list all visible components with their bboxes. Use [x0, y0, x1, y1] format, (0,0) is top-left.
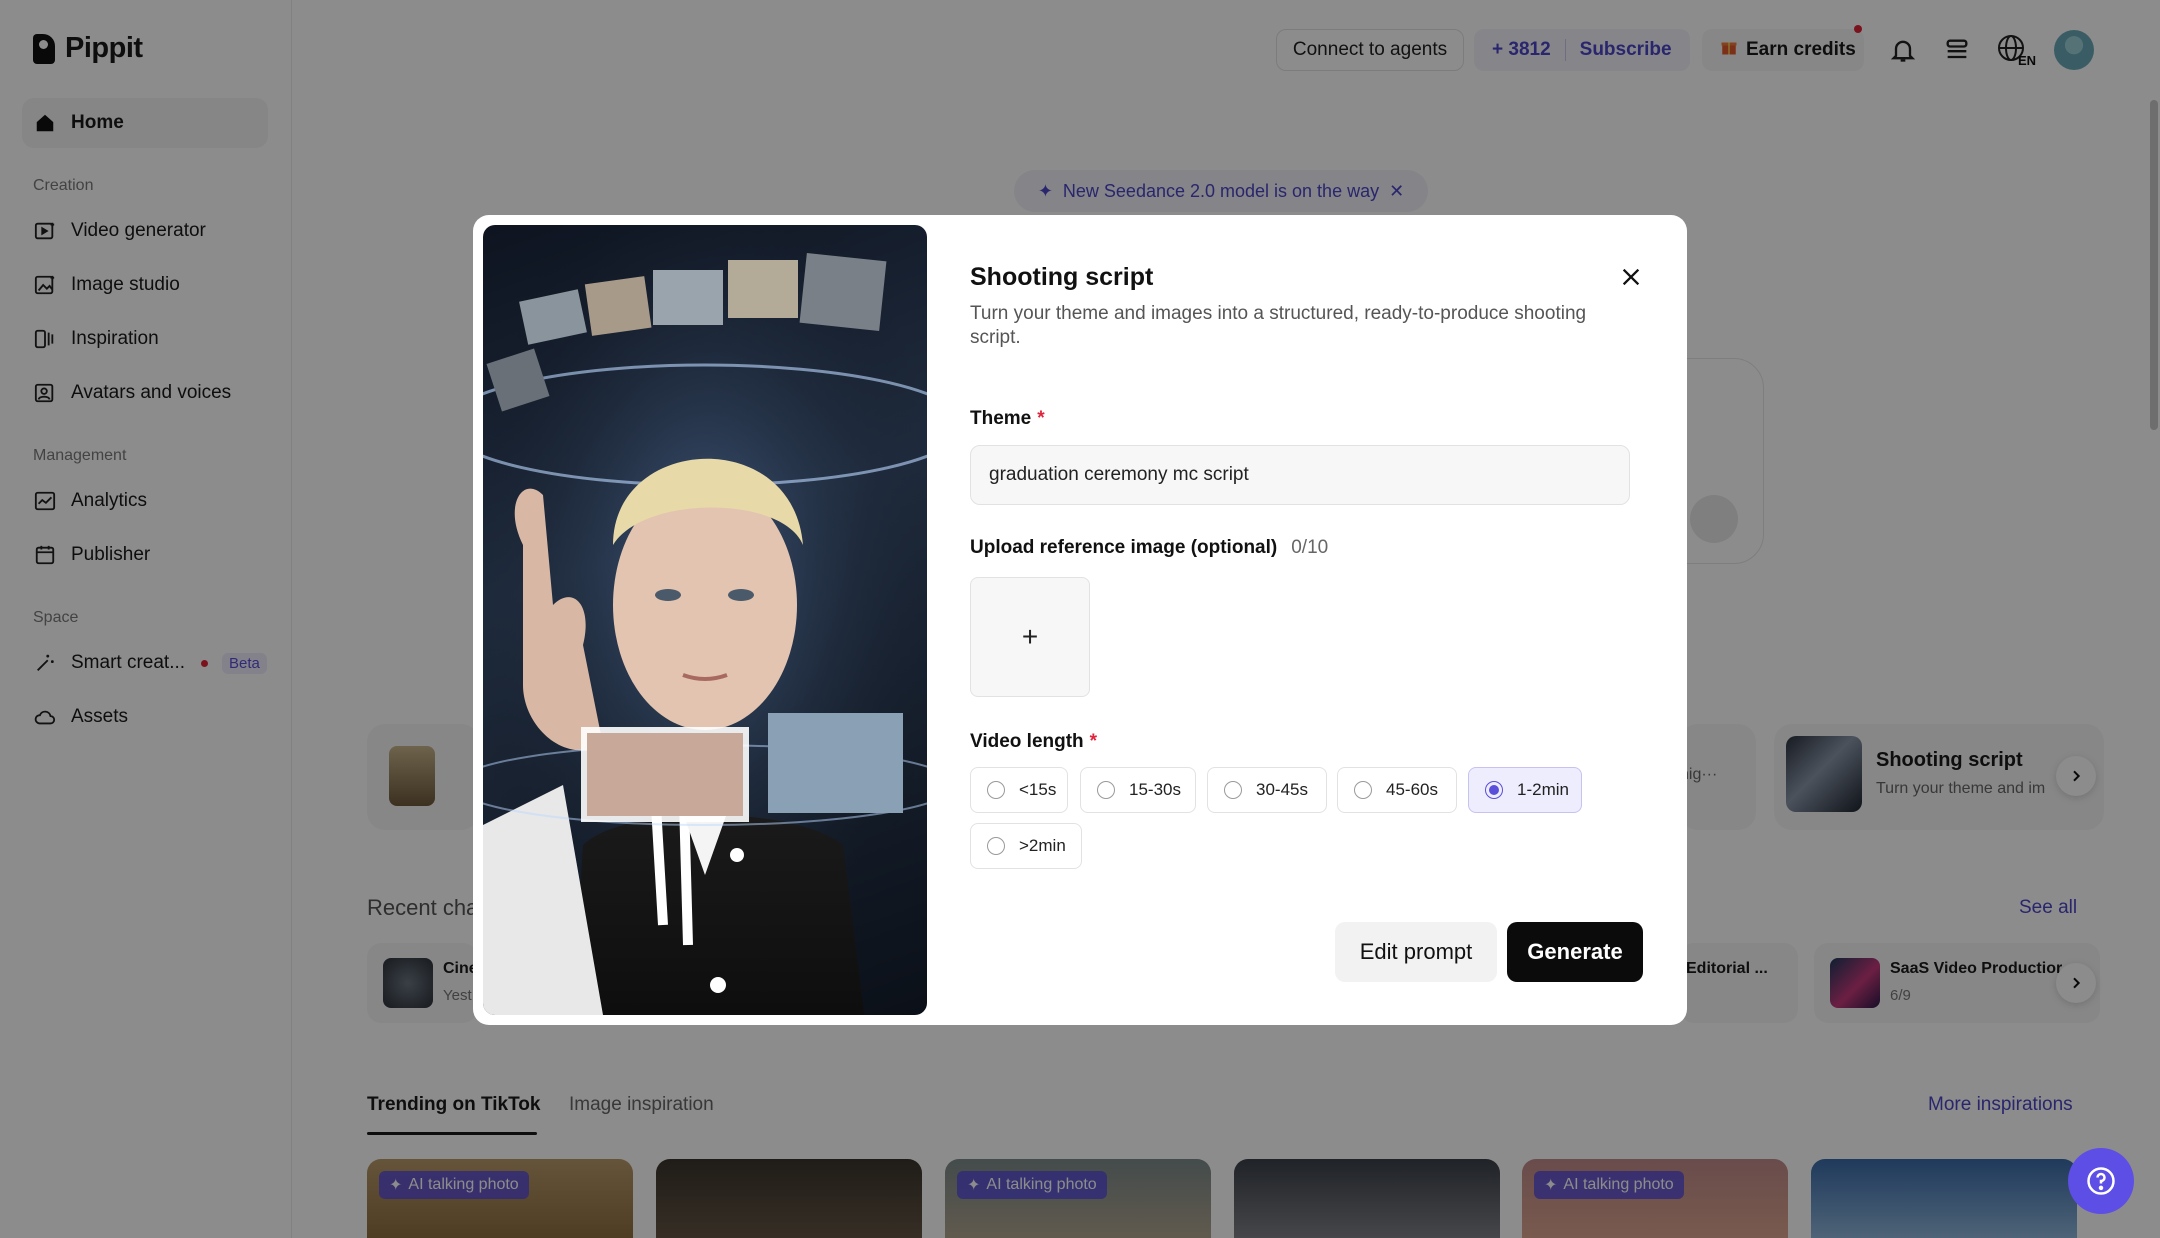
generate-button[interactable]: Generate: [1507, 922, 1643, 982]
upload-label: Upload reference image (optional) 0/10: [970, 537, 1328, 559]
radio-label: <15s: [1019, 780, 1057, 799]
video-length-label-text: Video length: [970, 731, 1084, 752]
modal-title: Shooting script: [970, 263, 1154, 291]
radio-option-45-60s[interactable]: 45-60s: [1337, 767, 1457, 813]
radio-label: 30-45s: [1256, 780, 1308, 799]
plus-icon: +: [1021, 621, 1039, 652]
upload-image-button[interactable]: +: [970, 577, 1090, 697]
radio-label: >2min: [1019, 836, 1066, 855]
radio-option-1-2min[interactable]: 1-2min: [1468, 767, 1582, 813]
radio-label: 15-30s: [1129, 780, 1181, 799]
required-asterisk: *: [1037, 408, 1045, 429]
close-icon[interactable]: [1613, 259, 1649, 295]
radio-circle: [987, 781, 1005, 799]
required-asterisk: *: [1089, 731, 1098, 752]
radio-option-30-45s[interactable]: 30-45s: [1207, 767, 1327, 813]
upload-count: 0/10: [1291, 537, 1329, 558]
theme-label: Theme *: [970, 408, 1045, 430]
modal-subtitle: Turn your theme and images into a struct…: [970, 303, 1587, 348]
radio-option-over-2min[interactable]: >2min: [970, 823, 1082, 869]
radio-circle: [1354, 781, 1372, 799]
edit-prompt-button[interactable]: Edit prompt: [1335, 922, 1497, 982]
hero-illustration: [483, 225, 927, 1015]
video-length-label: Video length *: [970, 731, 1097, 753]
radio-label: 1-2min: [1517, 780, 1569, 799]
radio-circle: [1097, 781, 1115, 799]
radio-option-under-15s[interactable]: <15s: [970, 767, 1068, 813]
upload-label-text: Upload reference image (optional): [970, 537, 1278, 558]
radio-circle: [1224, 781, 1242, 799]
radio-circle-selected: [1485, 781, 1503, 799]
shooting-script-modal: Shooting script Turn your theme and imag…: [473, 215, 1687, 1025]
radio-label: 45-60s: [1386, 780, 1438, 799]
theme-label-text: Theme: [970, 408, 1032, 429]
help-button[interactable]: [2068, 1148, 2134, 1214]
theme-input[interactable]: [970, 445, 1630, 505]
radio-circle: [987, 837, 1005, 855]
radio-option-15-30s[interactable]: 15-30s: [1080, 767, 1196, 813]
